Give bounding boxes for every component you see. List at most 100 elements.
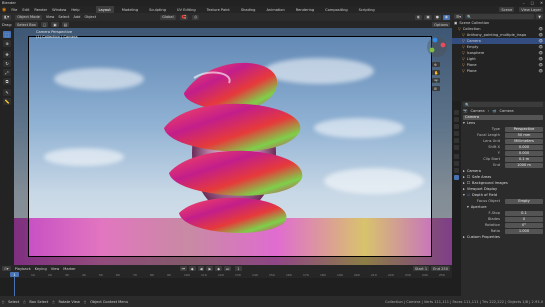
checkbox-icon[interactable]: ☐ [467, 181, 470, 185]
tab-compositing[interactable]: Compositing [322, 6, 351, 13]
filter-icon[interactable]: ▼ [536, 14, 543, 19]
menu-view[interactable]: View [46, 15, 55, 19]
prev-key-icon[interactable]: ◆ [188, 266, 196, 271]
proportional-button[interactable]: ◎ [192, 14, 200, 20]
view-layer-selector[interactable]: View Layer [519, 7, 543, 12]
render-tab-icon[interactable] [454, 117, 459, 122]
properties-search[interactable]: 🔍 [463, 102, 543, 107]
blades-field[interactable]: 0 [505, 216, 543, 222]
section-custom-properties[interactable]: ▸ Custom Properties [463, 234, 543, 240]
menu-timeline-view[interactable]: View [51, 267, 60, 271]
physics-tab-icon[interactable] [454, 161, 459, 166]
tab-scripting[interactable]: Scripting [356, 6, 378, 13]
scale-tool-icon[interactable]: ⤢ [3, 69, 11, 76]
focal-length-field[interactable]: 50 mm [505, 132, 543, 138]
menu-render[interactable]: Render [34, 8, 47, 12]
datablock-selector[interactable]: Camera [463, 114, 543, 120]
checkbox-icon[interactable]: ☐ [467, 175, 470, 179]
tab-layout[interactable]: Layout [95, 6, 114, 13]
menu-marker[interactable]: Marker [63, 267, 75, 271]
jump-start-icon[interactable]: ⏮ [179, 266, 187, 271]
fstop-field[interactable]: 0.1 [505, 210, 543, 216]
focus-object-field[interactable]: Empty [505, 198, 543, 204]
view-layer-tab-icon[interactable] [454, 131, 459, 136]
tab-animation[interactable]: Animation [263, 6, 287, 13]
ortho-toggle-icon[interactable]: ⊞ [432, 86, 441, 91]
cursor-tool-icon[interactable]: ⊕ [3, 40, 11, 47]
close-icon[interactable]: ✕ [540, 1, 543, 5]
scene-selector[interactable]: Scene [499, 7, 515, 12]
tab-rendering[interactable]: Rendering [293, 6, 317, 13]
navigation-gizmo[interactable] [426, 36, 448, 58]
rotate-tool-icon[interactable]: ↻ [3, 60, 11, 67]
menu-select[interactable]: Select [58, 15, 69, 19]
lens-unit-dropdown[interactable]: Millimeters [505, 138, 543, 144]
editor-type-button[interactable]: ◧▾ [2, 14, 12, 20]
measure-tool-icon[interactable]: 📏 [3, 98, 11, 105]
clip-start-field[interactable]: 0.1 m [505, 156, 543, 162]
timeline-editor-type[interactable]: ⏱▾ [2, 266, 11, 271]
overlay-button[interactable]: ◐ [415, 14, 423, 20]
checkbox-checked-icon[interactable]: ☑ [467, 193, 470, 197]
menu-add[interactable]: Add [73, 15, 80, 19]
select-mode-extend[interactable]: ▣ [51, 22, 59, 27]
jump-end-icon[interactable]: ⏭ [223, 266, 232, 271]
xray-button[interactable]: ▣ [424, 14, 432, 20]
select-mode-new[interactable]: ▢ [40, 22, 49, 27]
annotate-tool-icon[interactable]: ✎ [3, 89, 11, 96]
tool-tab-icon[interactable] [454, 110, 459, 115]
tab-uv-editing[interactable]: UV Editing [174, 6, 199, 13]
menu-object[interactable]: Object [84, 15, 96, 19]
play-icon[interactable]: ▶ [206, 266, 214, 271]
eye-icon[interactable]: 👁 [538, 51, 543, 55]
start-frame-field[interactable]: Start 1 [412, 266, 430, 271]
playhead-frame-badge[interactable]: 1 [10, 272, 19, 277]
shift-x-field[interactable]: 0.000 [505, 144, 543, 150]
world-tab-icon[interactable] [454, 145, 459, 150]
tab-modeling[interactable]: Modeling [119, 6, 141, 13]
select-mode-subtract[interactable]: ▤ [61, 22, 70, 27]
current-frame-field[interactable]: 1 [235, 266, 242, 271]
minimize-icon[interactable]: – [523, 1, 525, 5]
options-dropdown[interactable]: Options [432, 22, 450, 27]
mode-selector[interactable]: Object Mode [15, 14, 42, 20]
orientation-selector[interactable]: Global [160, 14, 176, 20]
tab-sculpting[interactable]: Sculpting [146, 6, 169, 13]
eye-icon[interactable]: 👁 [538, 39, 543, 43]
select-box-dropdown[interactable]: Select Box [14, 22, 38, 27]
menu-playback[interactable]: Playback [15, 267, 31, 271]
tab-texture-paint[interactable]: Texture Paint [204, 6, 233, 13]
clip-end-field[interactable]: 1000 m [505, 162, 543, 168]
output-tab-icon[interactable] [454, 124, 459, 129]
shading-solid-button[interactable]: ● [433, 14, 441, 20]
outliner-search[interactable]: 🔍 [465, 14, 535, 19]
tab-shading[interactable]: Shading [238, 6, 259, 13]
eye-icon[interactable]: 👁 [538, 45, 543, 49]
eye-icon[interactable]: 👁 [538, 33, 543, 37]
outliner-editor-type[interactable]: ☰▾ [454, 14, 464, 19]
next-key-icon[interactable]: ◆ [215, 266, 222, 271]
end-frame-field[interactable]: End 250 [431, 266, 450, 271]
zoom-icon[interactable]: ⊕ [432, 62, 441, 67]
camera-data-tab-icon[interactable] [454, 175, 459, 180]
timeline-area[interactable]: 0102030405060708090100110120130140150160… [0, 272, 452, 296]
shift-y-field[interactable]: 0.000 [505, 150, 543, 156]
eye-icon[interactable]: 👁 [538, 63, 543, 67]
type-dropdown[interactable]: Perspective [505, 126, 543, 132]
blender-logo-icon[interactable]: ◉ [2, 7, 6, 13]
eye-icon[interactable]: 👁 [538, 57, 543, 61]
3d-viewport[interactable]: Camera Perspective (1) Collection | Came… [14, 28, 452, 265]
menu-help[interactable]: Help [71, 8, 79, 12]
play-reverse-icon[interactable]: ◀ [197, 266, 205, 271]
select-tool-icon[interactable]: ⬚ [3, 31, 11, 38]
rotation-field[interactable]: 0° [505, 222, 543, 228]
ratio-field[interactable]: 1.000 [505, 228, 543, 234]
outliner-item[interactable]: ▽ Plane 👁 [452, 68, 545, 74]
menu-window[interactable]: Window [52, 8, 66, 12]
scene-tab-icon[interactable] [454, 138, 459, 143]
eye-icon[interactable]: 👁 [538, 27, 543, 31]
object-tab-icon[interactable] [454, 154, 459, 159]
maximize-icon[interactable]: □ [531, 1, 534, 5]
constraints-tab-icon[interactable] [454, 168, 459, 173]
transform-tool-icon[interactable]: ⧉ [3, 78, 11, 85]
